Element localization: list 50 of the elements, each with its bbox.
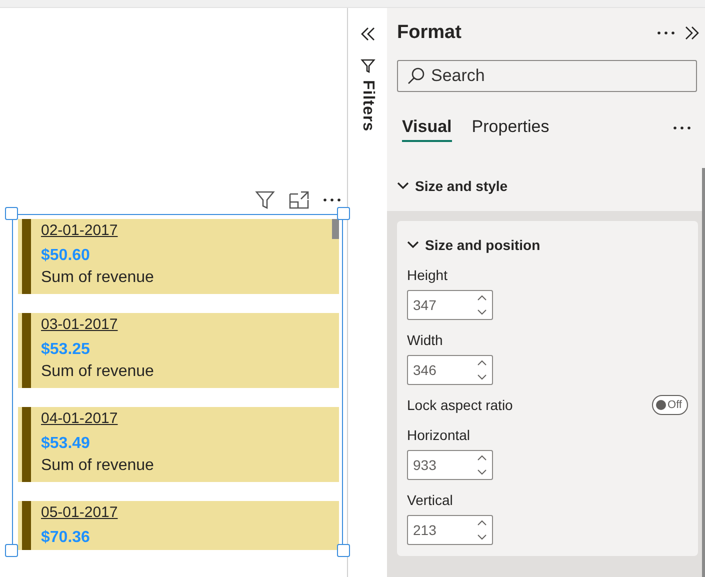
visual-selection-frame[interactable]: 02-01-2017 $50.60 Sum of revenue 03-01-2017 $53.25 Sum of revenue 04-01-2017 $53.49 Sum of revenue 05-01-2017 $70.36 — [12, 214, 343, 550]
revenue-value: $70.36 — [41, 528, 91, 548]
collapse-right-icon[interactable] — [685, 26, 699, 40]
toggle-switch[interactable]: Off — [652, 395, 688, 415]
revenue-value: $50.60 — [41, 246, 91, 266]
resize-handle[interactable] — [337, 544, 350, 557]
resize-handle[interactable] — [5, 544, 18, 557]
number-input-field[interactable]: 213 — [407, 515, 493, 545]
spin-arrows-icon[interactable] — [477, 359, 487, 381]
resize-handle[interactable] — [5, 207, 18, 220]
chevron-down-icon[interactable] — [407, 241, 419, 249]
focus-mode-icon[interactable] — [289, 191, 309, 209]
chevron-down-icon[interactable] — [397, 182, 409, 190]
field-label: Horizontal — [407, 426, 472, 445]
measure-label: Sum of revenue — [41, 268, 154, 288]
search-field[interactable]: Search — [397, 60, 697, 92]
date-label: 05-01-2017 — [41, 503, 118, 523]
number-input-field[interactable]: 346 — [407, 355, 493, 385]
date-label: 04-01-2017 — [41, 409, 119, 429]
tab[interactable]: Properties — [472, 114, 550, 142]
number-input-field[interactable]: 933 — [407, 450, 493, 480]
spin-arrows-icon[interactable] — [477, 454, 487, 476]
scrollbar[interactable] — [702, 168, 705, 577]
field-label: Vertical — [407, 491, 454, 510]
more-options-icon[interactable] — [673, 126, 691, 130]
group-header[interactable]: Size and position — [425, 237, 540, 253]
revenue-value: $53.49 — [41, 434, 91, 454]
filters-pane-label[interactable]: Filters — [358, 80, 376, 132]
number-input-field[interactable]: 347 — [407, 290, 493, 320]
filter-icon[interactable] — [255, 190, 275, 210]
pane-title: Format — [397, 22, 462, 44]
field-label: Lock aspect ratio — [407, 396, 513, 415]
tab[interactable]: Visual — [402, 114, 452, 142]
measure-label: Sum of revenue — [41, 456, 154, 476]
spin-arrows-icon[interactable] — [477, 519, 487, 541]
field-label: Width — [407, 331, 444, 350]
date-label: 03-01-2017 — [41, 315, 119, 335]
scrollbar-thumb[interactable] — [332, 219, 339, 239]
section-header[interactable]: Size and style — [415, 178, 508, 194]
revenue-value: $53.25 — [41, 340, 91, 360]
search-icon — [407, 67, 425, 85]
date-label: 02-01-2017 — [41, 221, 119, 241]
more-options-icon[interactable] — [323, 198, 341, 202]
field-label: Height — [407, 266, 448, 285]
measure-label: Sum of revenue — [41, 362, 154, 382]
resize-handle[interactable] — [337, 207, 350, 220]
spin-arrows-icon[interactable] — [477, 294, 487, 316]
filter-icon[interactable] — [360, 58, 376, 74]
expand-left-icon[interactable] — [360, 27, 376, 41]
more-options-icon[interactable] — [657, 31, 675, 35]
